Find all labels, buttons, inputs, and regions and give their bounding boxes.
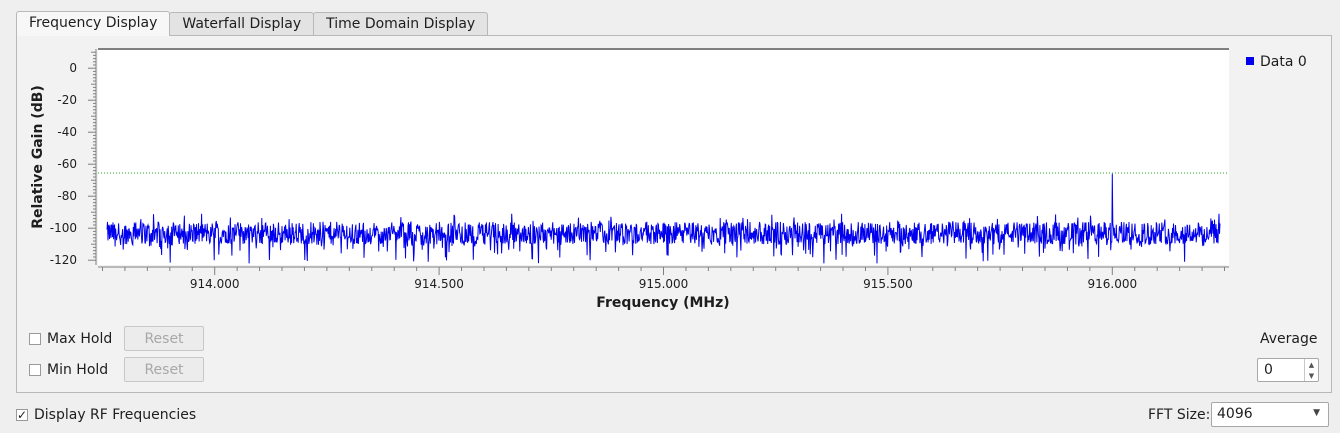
y-tick-label: -100 (50, 221, 77, 235)
average-label: Average (1260, 331, 1318, 347)
y-tick-label: 0 (69, 61, 77, 75)
display-rf-checkbox[interactable]: ✓ (16, 409, 28, 421)
tab-bar: Frequency Display Waterfall Display Time… (16, 11, 489, 36)
display-rf-row: ✓ Display RF Frequencies (16, 407, 196, 423)
display-rf-label: Display RF Frequencies (34, 407, 197, 423)
max-hold-row: Max Hold (29, 331, 112, 347)
tab-frequency-display[interactable]: Frequency Display (16, 11, 171, 36)
y-tick-label: -60 (57, 157, 77, 171)
tab-waterfall-display[interactable]: Waterfall Display (169, 12, 315, 35)
max-hold-label: Max Hold (47, 331, 113, 347)
average-spinbox[interactable]: 0 ▲ ▼ (1257, 358, 1319, 382)
x-tick-label: 914.000 (190, 277, 240, 291)
min-hold-checkbox[interactable] (29, 364, 41, 376)
x-ticks: 914.000 914.500 915.000 915.500 916.000 (101, 267, 1226, 291)
min-hold-reset-button[interactable]: Reset (124, 357, 204, 382)
fft-size-value: 4096 (1217, 406, 1253, 422)
min-hold-label: Min Hold (47, 362, 109, 378)
fft-size-select[interactable]: 4096 ▼ (1211, 402, 1329, 427)
x-tick-label: 914.500 (414, 277, 464, 291)
average-value: 0 (1264, 362, 1273, 378)
max-hold-reset-button[interactable]: Reset (124, 326, 204, 351)
y-tick-label: -20 (57, 93, 77, 107)
y-tick-label: -40 (57, 125, 77, 139)
x-axis-label: Frequency (MHz) (596, 295, 729, 311)
x-tick-label: 915.500 (863, 277, 913, 291)
spin-arrows[interactable]: ▲ ▼ (1304, 359, 1318, 381)
max-hold-checkbox[interactable] (29, 333, 41, 345)
frequency-plot[interactable]: 0 -20 -40 -60 -80 -100 -120 914.000 914.500 915.… (17, 36, 1333, 326)
y-axis-label: Relative Gain (dB) (30, 85, 46, 229)
chevron-down-icon: ▼ (1313, 408, 1320, 418)
legend-label: Data 0 (1260, 54, 1307, 70)
frequency-display-panel: 0 -20 -40 -60 -80 -100 -120 914.000 914.500 915.… (16, 35, 1332, 393)
min-hold-row: Min Hold (29, 362, 108, 378)
x-tick-label: 915.000 (639, 277, 689, 291)
fft-size-label: FFT Size: (1148, 407, 1211, 423)
y-tick-label: -120 (50, 253, 77, 267)
legend-swatch (1246, 57, 1254, 65)
y-tick-label: -80 (57, 189, 77, 203)
y-ticks: 0 -20 -40 -60 -80 -100 -120 (50, 51, 96, 267)
tab-time-domain-display[interactable]: Time Domain Display (313, 12, 489, 35)
x-tick-label: 916.000 (1087, 277, 1137, 291)
